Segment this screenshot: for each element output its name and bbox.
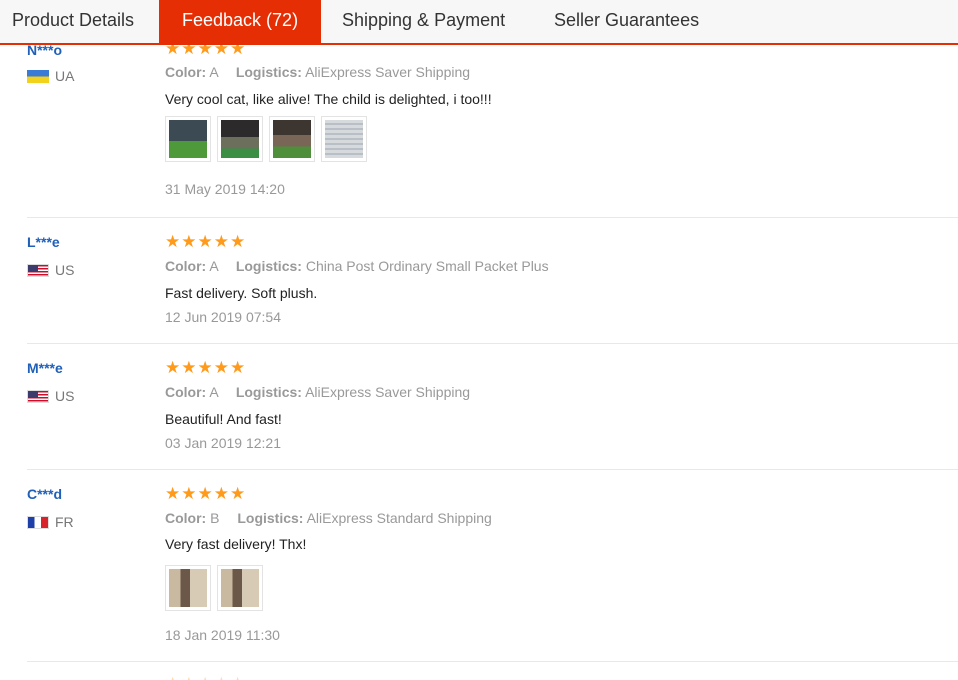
- flag-fr-icon: [27, 516, 49, 529]
- country-code: UA: [55, 68, 75, 84]
- country-code: FR: [55, 514, 74, 530]
- review-date: 31 May 2019 14:20: [165, 181, 285, 197]
- color-value: A: [209, 258, 218, 274]
- logistics-value: AliExpress Saver Shipping: [305, 64, 471, 80]
- feedback-list: N***o UA ★★★★★ Color: A Logistics: AliEx…: [0, 45, 958, 680]
- reviewer-country: US: [27, 388, 74, 404]
- review-date: 18 Jan 2019 11:30: [165, 627, 280, 643]
- flag-us-icon: [27, 264, 49, 277]
- color-value: A: [209, 64, 218, 80]
- review-photo[interactable]: [217, 565, 263, 611]
- country-code: US: [55, 262, 75, 278]
- star-rating: ★★★★★: [165, 45, 247, 58]
- logistics-label: Logistics:: [235, 384, 302, 400]
- reviewer-country: FR: [27, 514, 74, 530]
- review-photos: [165, 565, 263, 611]
- star-rating: ★★★★★: [165, 675, 246, 680]
- reviewer-name[interactable]: L***e: [27, 234, 60, 250]
- review-text: Beautiful! And fast!: [165, 411, 282, 427]
- logistics-value: China Post Ordinary Small Packet Plus: [305, 258, 549, 274]
- logistics-value: AliExpress Saver Shipping: [305, 384, 471, 400]
- logistics-label: Logistics:: [235, 64, 302, 80]
- review-meta: Color: A Logistics: China Post Ordinary …: [165, 258, 549, 274]
- review-date: 12 Jun 2019 07:54: [165, 309, 281, 325]
- review-date: 03 Jan 2019 12:21: [165, 435, 281, 451]
- reviewer-name[interactable]: M***e: [27, 360, 63, 376]
- tab-shipping-payment[interactable]: Shipping & Payment: [342, 0, 505, 43]
- review-item-partial: ★★★★★: [27, 662, 958, 680]
- reviewer-country: UA: [27, 68, 74, 84]
- color-label: Color:: [165, 510, 207, 526]
- review-text: Fast delivery. Soft plush.: [165, 285, 318, 301]
- color-value: A: [209, 384, 218, 400]
- review-text: Very cool cat, like alive! The child is …: [165, 91, 492, 107]
- review-photo[interactable]: [321, 116, 367, 162]
- product-tabs: Product Details Feedback (72) Shipping &…: [0, 0, 958, 45]
- review-meta: Color: B Logistics: AliExpress Standard …: [165, 510, 492, 526]
- reviewer-name[interactable]: N***o: [27, 45, 62, 58]
- review-item: C***d FR ★★★★★ Color: B Logistics: AliEx…: [27, 470, 958, 662]
- review-photos: [165, 116, 367, 162]
- tab-feedback[interactable]: Feedback (72): [159, 0, 322, 43]
- review-photo[interactable]: [217, 116, 263, 162]
- reviewer-country: US: [27, 262, 74, 278]
- color-label: Color:: [165, 258, 207, 274]
- logistics-label: Logistics:: [235, 258, 302, 274]
- tab-seller-guarantees[interactable]: Seller Guarantees: [554, 0, 699, 43]
- star-rating: ★★★★★: [165, 484, 247, 503]
- flag-ua-icon: [27, 70, 49, 83]
- review-text: Very fast delivery! Thx!: [165, 536, 307, 552]
- review-meta: Color: A Logistics: AliExpress Saver Shi…: [165, 384, 470, 400]
- logistics-label: Logistics:: [237, 510, 304, 526]
- review-item: N***o UA ★★★★★ Color: A Logistics: AliEx…: [27, 45, 958, 218]
- color-label: Color:: [165, 64, 207, 80]
- country-code: US: [55, 388, 75, 404]
- review-photo[interactable]: [269, 116, 315, 162]
- review-meta: Color: A Logistics: AliExpress Saver Shi…: [165, 64, 470, 80]
- color-value: B: [210, 510, 220, 526]
- logistics-value: AliExpress Standard Shipping: [306, 510, 492, 526]
- review-photo[interactable]: [165, 565, 211, 611]
- review-item: L***e US ★★★★★ Color: A Logistics: China…: [27, 218, 958, 344]
- flag-us-icon: [27, 390, 49, 403]
- color-label: Color:: [165, 384, 207, 400]
- star-rating: ★★★★★: [165, 358, 247, 377]
- reviewer-name[interactable]: C***d: [27, 486, 62, 502]
- review-item: M***e US ★★★★★ Color: A Logistics: AliEx…: [27, 344, 958, 470]
- review-photo[interactable]: [165, 116, 211, 162]
- tab-product-details[interactable]: Product Details: [12, 0, 134, 43]
- star-rating: ★★★★★: [165, 232, 247, 251]
